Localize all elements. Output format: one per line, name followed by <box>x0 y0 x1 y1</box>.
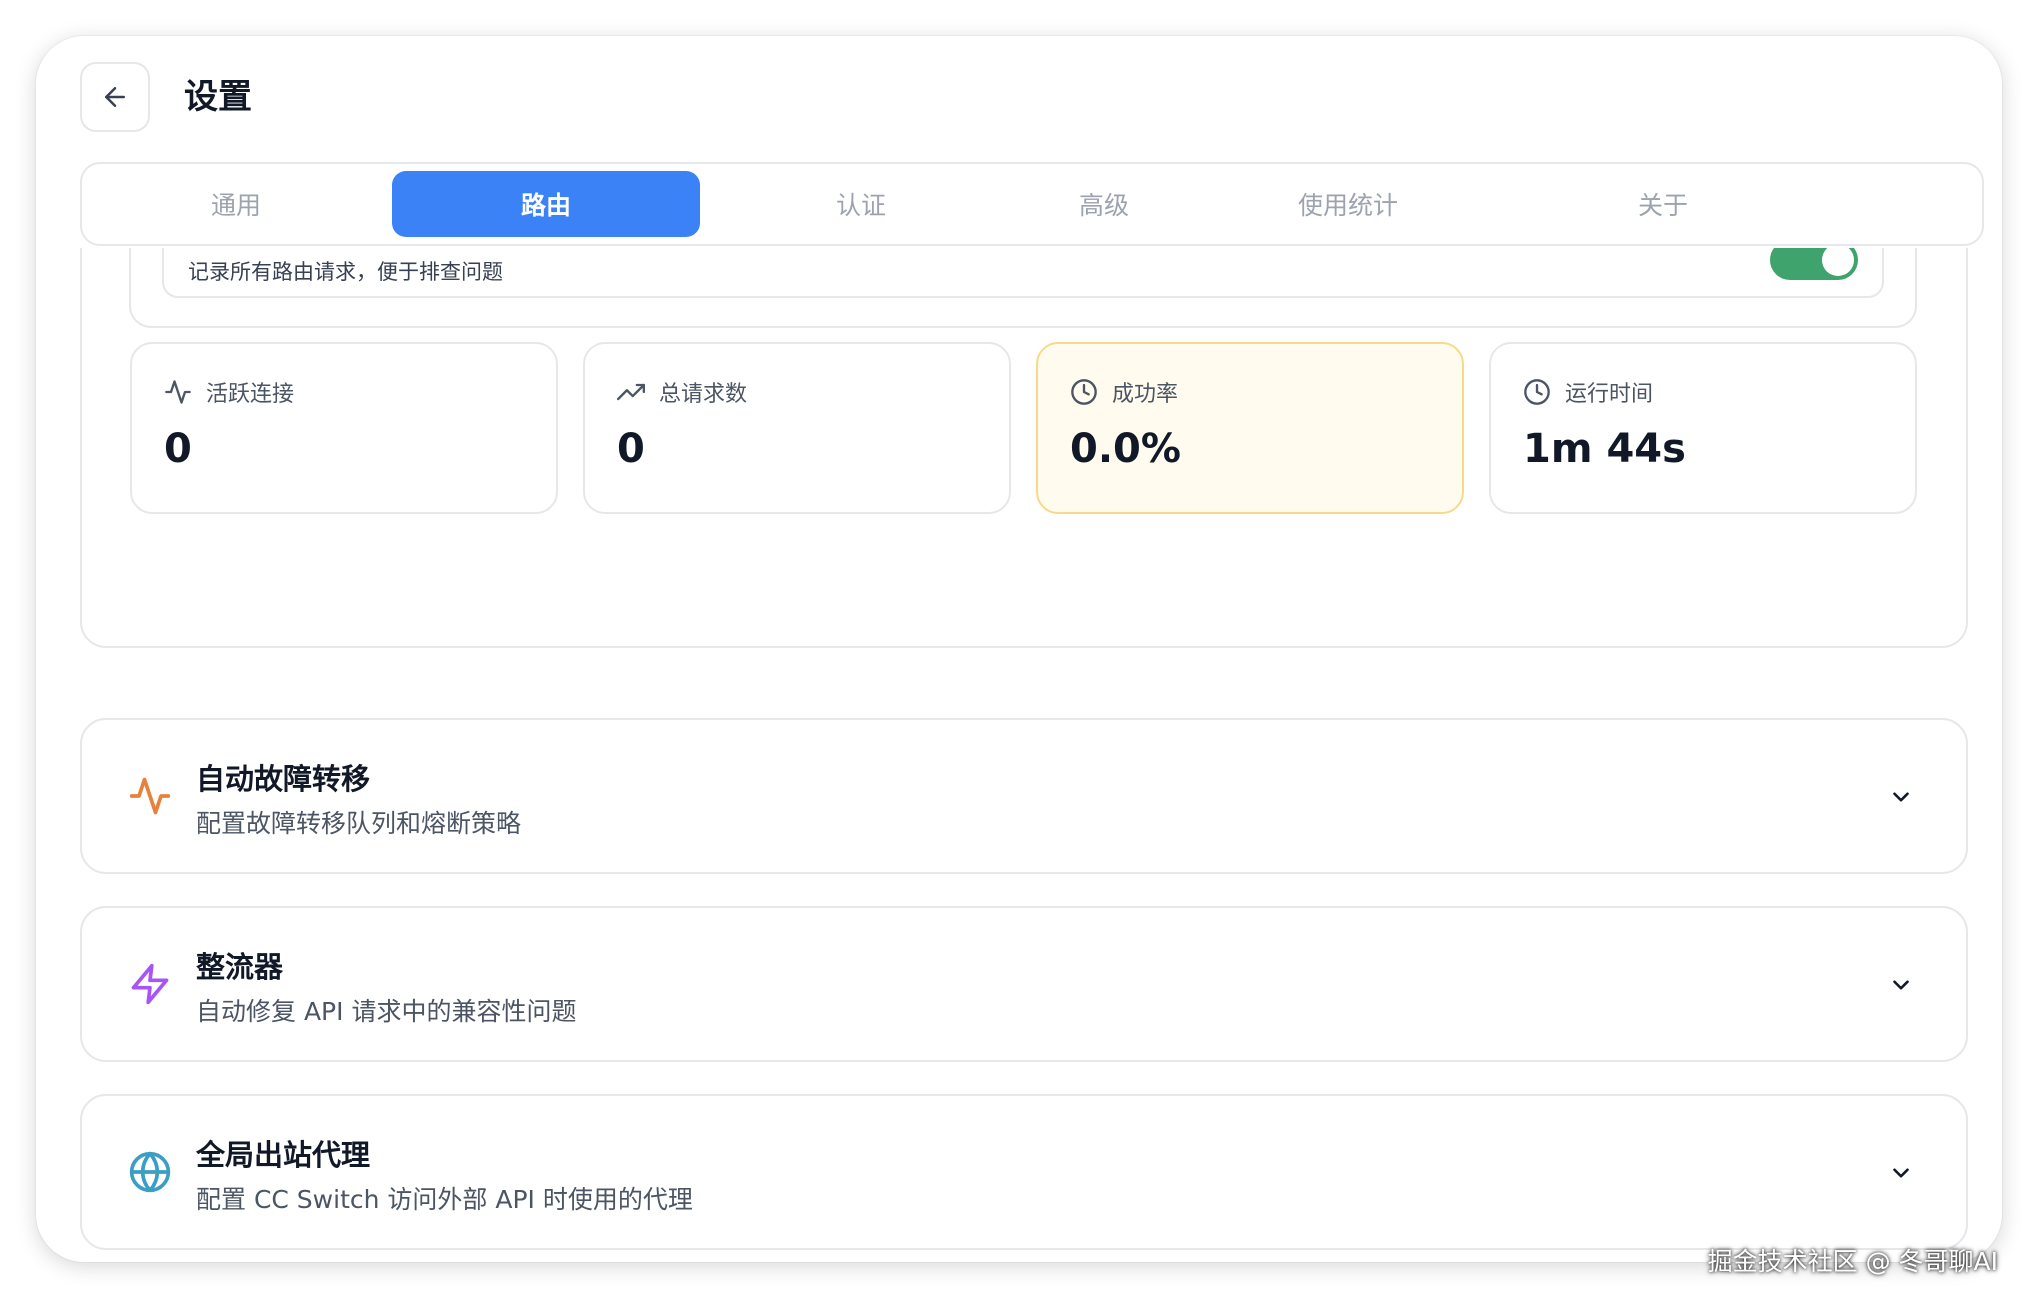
stat-value: 0 <box>617 426 645 472</box>
accordion-subtitle: 自动修复 API 请求中的兼容性问题 <box>196 997 577 1026</box>
stat-label: 成功率 <box>1112 382 1179 407</box>
scroll-content[interactable]: 记录所有路由请求，便于排查问题 活跃连接 0 总请求数 0 成功率 0.0% 运… <box>36 248 2002 1262</box>
tab-about[interactable]: 关于 <box>1509 171 1817 237</box>
tab-routing[interactable]: 路由 <box>392 171 700 237</box>
accordion-global-proxy[interactable]: 全局出站代理 配置 CC Switch 访问外部 API 时使用的代理 <box>80 1094 1968 1250</box>
globe-icon <box>129 1151 171 1193</box>
page-title: 设置 <box>184 77 252 117</box>
stat-label: 活跃连接 <box>206 382 295 407</box>
clock-icon <box>1524 379 1550 405</box>
toggle-knob <box>1822 248 1854 276</box>
clock-icon <box>1071 379 1097 405</box>
logging-description: 记录所有路由请求，便于排查问题 <box>188 260 503 284</box>
stat-card-active-connections: 活跃连接 0 <box>130 342 558 514</box>
accordion-title: 全局出站代理 <box>196 1138 371 1172</box>
request-logging-row: 记录所有路由请求，便于排查问题 <box>162 248 1884 298</box>
zap-icon <box>131 963 169 1005</box>
arrow-left-icon <box>105 87 125 107</box>
stat-value: 1m 44s <box>1523 426 1686 472</box>
activity-icon <box>129 777 171 815</box>
logging-toggle[interactable] <box>1770 248 1858 280</box>
stat-card-total-requests: 总请求数 0 <box>583 342 1011 514</box>
chevron-down-icon[interactable] <box>1888 1160 1914 1186</box>
chevron-down-icon[interactable] <box>1888 784 1914 810</box>
stat-card-uptime: 运行时间 1m 44s <box>1489 342 1917 514</box>
trending-up-icon <box>617 383 645 401</box>
activity-icon <box>165 380 191 404</box>
accordion-auto-failover[interactable]: 自动故障转移 配置故障转移队列和熔断策略 <box>80 718 1968 874</box>
stat-value: 0 <box>164 426 192 472</box>
accordion-subtitle: 配置故障转移队列和熔断策略 <box>196 809 522 838</box>
accordion-subtitle: 配置 CC Switch 访问外部 API 时使用的代理 <box>196 1185 693 1214</box>
back-button[interactable] <box>80 62 150 132</box>
watermark: 掘金技术社区 @ 冬哥聊AI <box>1707 1247 1998 1276</box>
stat-value: 0.0% <box>1070 426 1181 472</box>
tab-general[interactable]: 通用 <box>82 171 390 237</box>
chevron-down-icon[interactable] <box>1888 972 1914 998</box>
stat-label: 总请求数 <box>659 382 748 407</box>
settings-window: 设置 通用 路由 认证 高级 使用统计 关于 记录所有路由请求，便于排查问题 活… <box>36 36 2002 1262</box>
stat-card-success-rate: 成功率 0.0% <box>1036 342 1464 514</box>
accordion-rectifier[interactable]: 整流器 自动修复 API 请求中的兼容性问题 <box>80 906 1968 1062</box>
tab-bar: 通用 路由 认证 高级 使用统计 关于 <box>80 162 1984 246</box>
accordion-title: 自动故障转移 <box>196 762 371 796</box>
stat-label: 运行时间 <box>1565 382 1654 407</box>
tab-usage-stats[interactable]: 使用统计 <box>1194 171 1502 237</box>
accordion-title: 整流器 <box>196 950 284 984</box>
